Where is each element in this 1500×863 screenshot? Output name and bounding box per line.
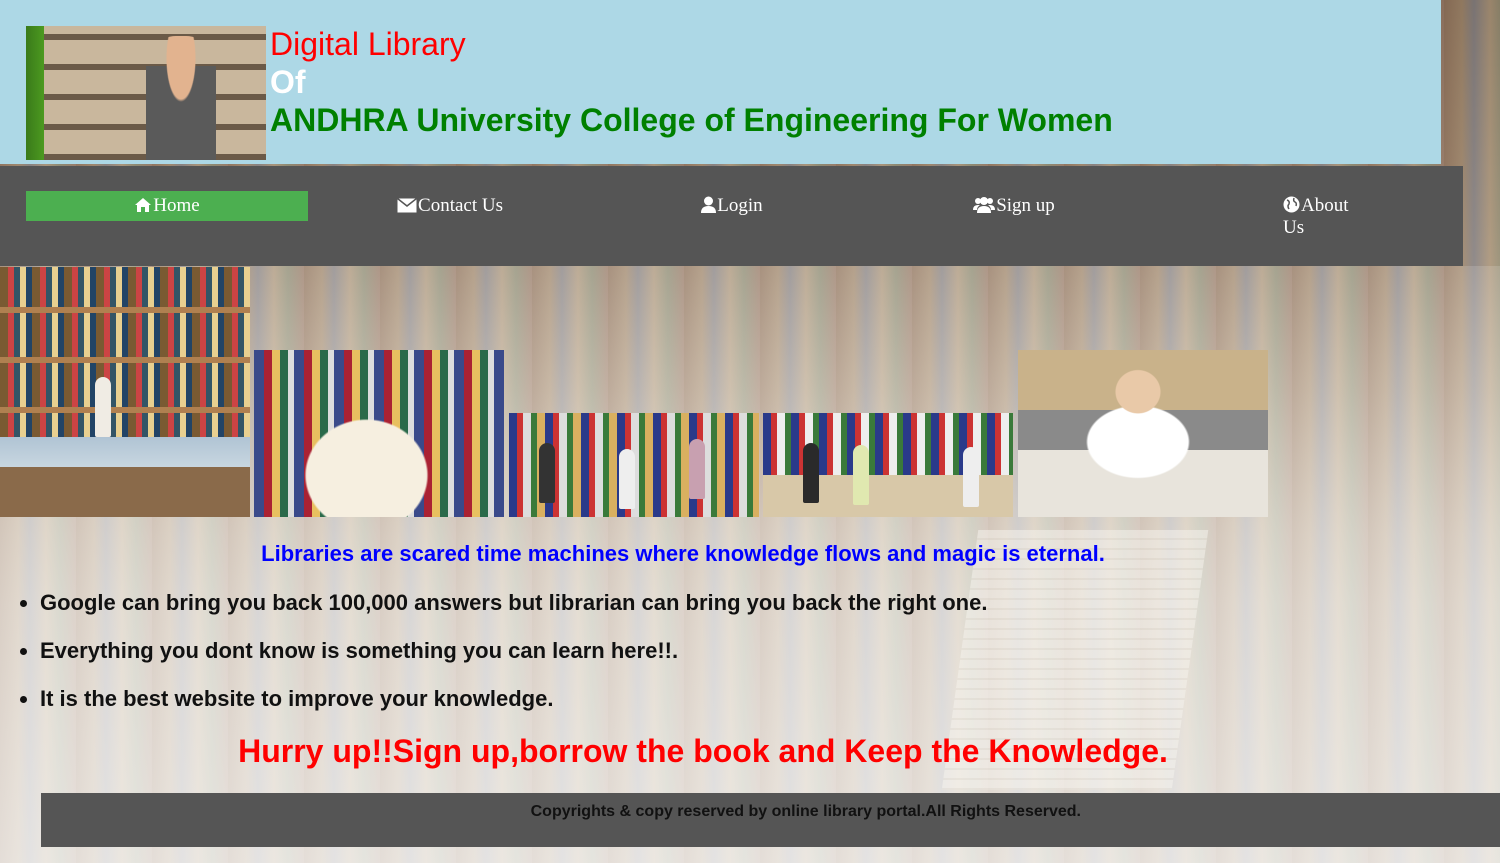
envelope-icon bbox=[397, 193, 417, 223]
feature-list: Google can bring you back 100,000 answer… bbox=[0, 590, 987, 734]
list-item: Everything you dont know is something yo… bbox=[40, 638, 987, 686]
footer-copyright: Copyrights & copy reserved by online lib… bbox=[530, 803, 1081, 820]
library-quote: Libraries are scared time machines where… bbox=[261, 541, 1105, 566]
nav-sign-up[interactable]: Sign up bbox=[873, 191, 1155, 221]
user-icon bbox=[701, 193, 717, 223]
users-icon bbox=[973, 193, 996, 223]
site-footer: Copyrights & copy reserved by online lib… bbox=[41, 793, 1500, 847]
gallery-photo-students-shelves bbox=[509, 413, 759, 517]
list-item: Google can bring you back 100,000 answer… bbox=[40, 590, 987, 638]
nav-login[interactable]: Login bbox=[591, 191, 873, 221]
call-to-action: Hurry up!!Sign up,borrow the book and Ke… bbox=[238, 733, 1168, 769]
nav-login-label: Login bbox=[717, 195, 763, 216]
list-item: It is the best website to improve your k… bbox=[40, 686, 987, 734]
site-title-line3: ANDHRA University College of Engineering… bbox=[270, 102, 1113, 138]
site-title-line2: Of bbox=[270, 64, 306, 100]
nav-contact-us-label: Contact Us bbox=[418, 195, 503, 216]
nav-home-label: Home bbox=[153, 195, 200, 216]
header-logo-image bbox=[26, 26, 266, 160]
gallery-photo-open-book bbox=[254, 350, 504, 517]
gallery-photo-woman-studying bbox=[0, 267, 250, 517]
gallery-photo-students-table bbox=[763, 413, 1013, 517]
nav-about-us[interactable]: About Us bbox=[1283, 196, 1363, 238]
globe-icon bbox=[1283, 196, 1300, 218]
nav-home[interactable]: Home bbox=[26, 191, 308, 221]
main-navbar: Home Contact Us Login Sign up About Us bbox=[0, 166, 1463, 266]
site-title-line1: Digital Library bbox=[270, 26, 466, 62]
gallery-photo-woman-laptop bbox=[1018, 350, 1268, 517]
home-icon bbox=[134, 193, 152, 223]
nav-contact-us[interactable]: Contact Us bbox=[309, 191, 591, 221]
nav-sign-up-label: Sign up bbox=[996, 195, 1055, 216]
site-header: Digital Library Of ANDHRA University Col… bbox=[0, 0, 1441, 164]
